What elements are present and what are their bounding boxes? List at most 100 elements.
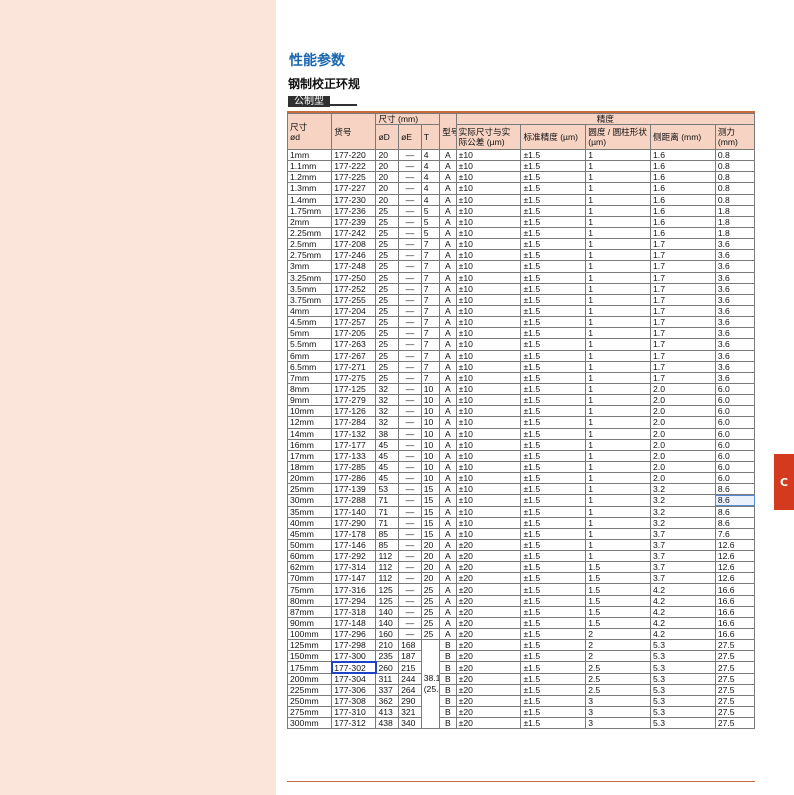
cell-deviation: ±20: [455, 594, 522, 607]
table-row: 3mm 177-248 25—7 A ±10 ±1.5 1 1.7 3.6: [286, 260, 756, 273]
cell-gauge-distance: 1.7: [650, 293, 716, 306]
cell-code: 177-132: [331, 427, 377, 440]
cell-std-accuracy: ±1.5: [520, 505, 587, 518]
cell-size: 8mm: [286, 382, 333, 396]
cell-std-accuracy: ±1.5: [520, 304, 587, 318]
cell-t: 7: [420, 271, 441, 284]
cell-roundness: 1: [585, 316, 652, 329]
cell-od: 25: [375, 293, 400, 306]
cell-deviation: ±10: [455, 249, 522, 262]
cell-deviation: ±20: [455, 706, 522, 719]
cell-t: 10: [420, 427, 441, 440]
cell-type: A: [439, 371, 457, 384]
cell-t: 25: [420, 616, 441, 630]
cell-roundness: 1: [585, 293, 652, 306]
cell-size: 2.25mm: [286, 226, 333, 240]
cell-od: 25: [375, 215, 400, 228]
cell-measure-force: 27.5: [714, 683, 756, 696]
cell-size: 87mm: [286, 605, 333, 618]
cell-oe: —: [398, 338, 422, 351]
cell-type: A: [439, 616, 457, 630]
cell-deviation: ±10: [455, 405, 522, 418]
cell-type: A: [439, 516, 457, 529]
cell-od: 45: [375, 449, 400, 462]
cell-od: 25: [375, 204, 400, 217]
cell-size: 70mm: [286, 572, 333, 585]
cell-oe: —: [398, 193, 422, 206]
cell-gauge-distance: 1.7: [650, 260, 716, 273]
table-row: 75mm 177-316 125—25 A ±20 ±1.5 1.5 4.2 16.6: [286, 583, 756, 596]
cell-oe: —: [398, 594, 422, 607]
cell-deviation: ±10: [455, 416, 522, 429]
cell-deviation: ±20: [455, 639, 522, 652]
cell-measure-force: 1.8: [714, 204, 756, 217]
cell-std-accuracy: ±1.5: [520, 204, 587, 217]
cell-type: A: [439, 171, 457, 184]
cell-t: 10: [420, 449, 441, 462]
cell-od: 71: [375, 505, 400, 518]
cell-type: A: [439, 527, 457, 540]
cell-oe: —: [398, 204, 422, 217]
cell-size: 25mm: [286, 483, 333, 496]
cell-deviation: ±10: [455, 293, 522, 306]
cell-code: 177-204: [331, 304, 377, 318]
section-tab-c[interactable]: C: [774, 454, 794, 510]
cell-std-accuracy: ±1.5: [520, 271, 587, 284]
cell-gauge-distance: 1.7: [650, 271, 716, 284]
cell-roundness: 1: [585, 160, 652, 173]
cell-deviation: ±10: [455, 193, 522, 206]
cell-oe: —: [398, 516, 422, 529]
cell-gauge-distance: 1.6: [650, 193, 716, 206]
cell-deviation: ±10: [455, 349, 522, 362]
cell-deviation: ±20: [455, 605, 522, 618]
cell-od: 112: [375, 550, 400, 563]
cell-oe: —: [398, 538, 422, 552]
cell-roundness: 1: [585, 494, 652, 507]
cell-t: 15: [420, 516, 441, 529]
cell-deviation: ±20: [455, 550, 522, 563]
cell-deviation: ±10: [455, 460, 522, 474]
cell-size: 275mm: [286, 706, 333, 719]
cell-oe: —: [398, 572, 422, 585]
cell-gauge-distance: 3.7: [650, 572, 716, 585]
table-row: 90mm 177-148 140—25 A ±20 ±1.5 1.5 4.2 16.6: [286, 616, 756, 630]
cell-roundness: 1: [585, 416, 652, 429]
cell-roundness: 1: [585, 394, 652, 407]
cell-od: 71: [375, 516, 400, 529]
cell-gauge-distance: 1.6: [650, 160, 716, 173]
cell-deviation: ±10: [455, 282, 522, 295]
cell-measure-force: 8.6: [714, 483, 756, 496]
cell-type: A: [439, 204, 457, 217]
cell-gauge-distance: 5.3: [650, 639, 716, 652]
cell-measure-force: 3.6: [714, 260, 756, 273]
cell-type: A: [439, 405, 457, 418]
cell-oe: —: [398, 449, 422, 462]
cell-measure-force: 8.6: [714, 494, 756, 507]
cell-std-accuracy: ±1.5: [520, 460, 587, 474]
cell-size: 60mm: [286, 550, 333, 563]
cell-roundness: 1.5: [585, 594, 652, 607]
cell-t: 10: [420, 472, 441, 485]
cell-oe: —: [398, 405, 422, 418]
table-row: 3.5mm 177-252 25—7 A ±10 ±1.5 1 1.7 3.6: [286, 282, 756, 295]
cell-size: 1mm: [286, 148, 333, 162]
cell-code: 177-250: [331, 271, 377, 284]
cell-roundness: 3: [585, 706, 652, 719]
cell-od: 311: [375, 672, 400, 685]
cell-std-accuracy: ±1.5: [520, 650, 587, 663]
cell-measure-force: 1.8: [714, 226, 756, 240]
cell-type: A: [439, 260, 457, 273]
cell-oe: —: [398, 427, 422, 440]
cell-oe: —: [398, 282, 422, 295]
cell-deviation: ±20: [455, 683, 522, 696]
cell-t: 4: [420, 148, 441, 162]
cell-oe: 340: [398, 717, 422, 730]
cell-measure-force: 3.6: [714, 282, 756, 295]
cell-type: B: [439, 672, 457, 685]
cell-std-accuracy: ±1.5: [520, 371, 587, 384]
cell-deviation: ±10: [455, 527, 522, 540]
cell-size: 45mm: [286, 527, 333, 540]
cell-type: A: [439, 327, 457, 340]
cell-code: 177-126: [331, 405, 377, 418]
cell-code: 177-148: [331, 616, 377, 630]
